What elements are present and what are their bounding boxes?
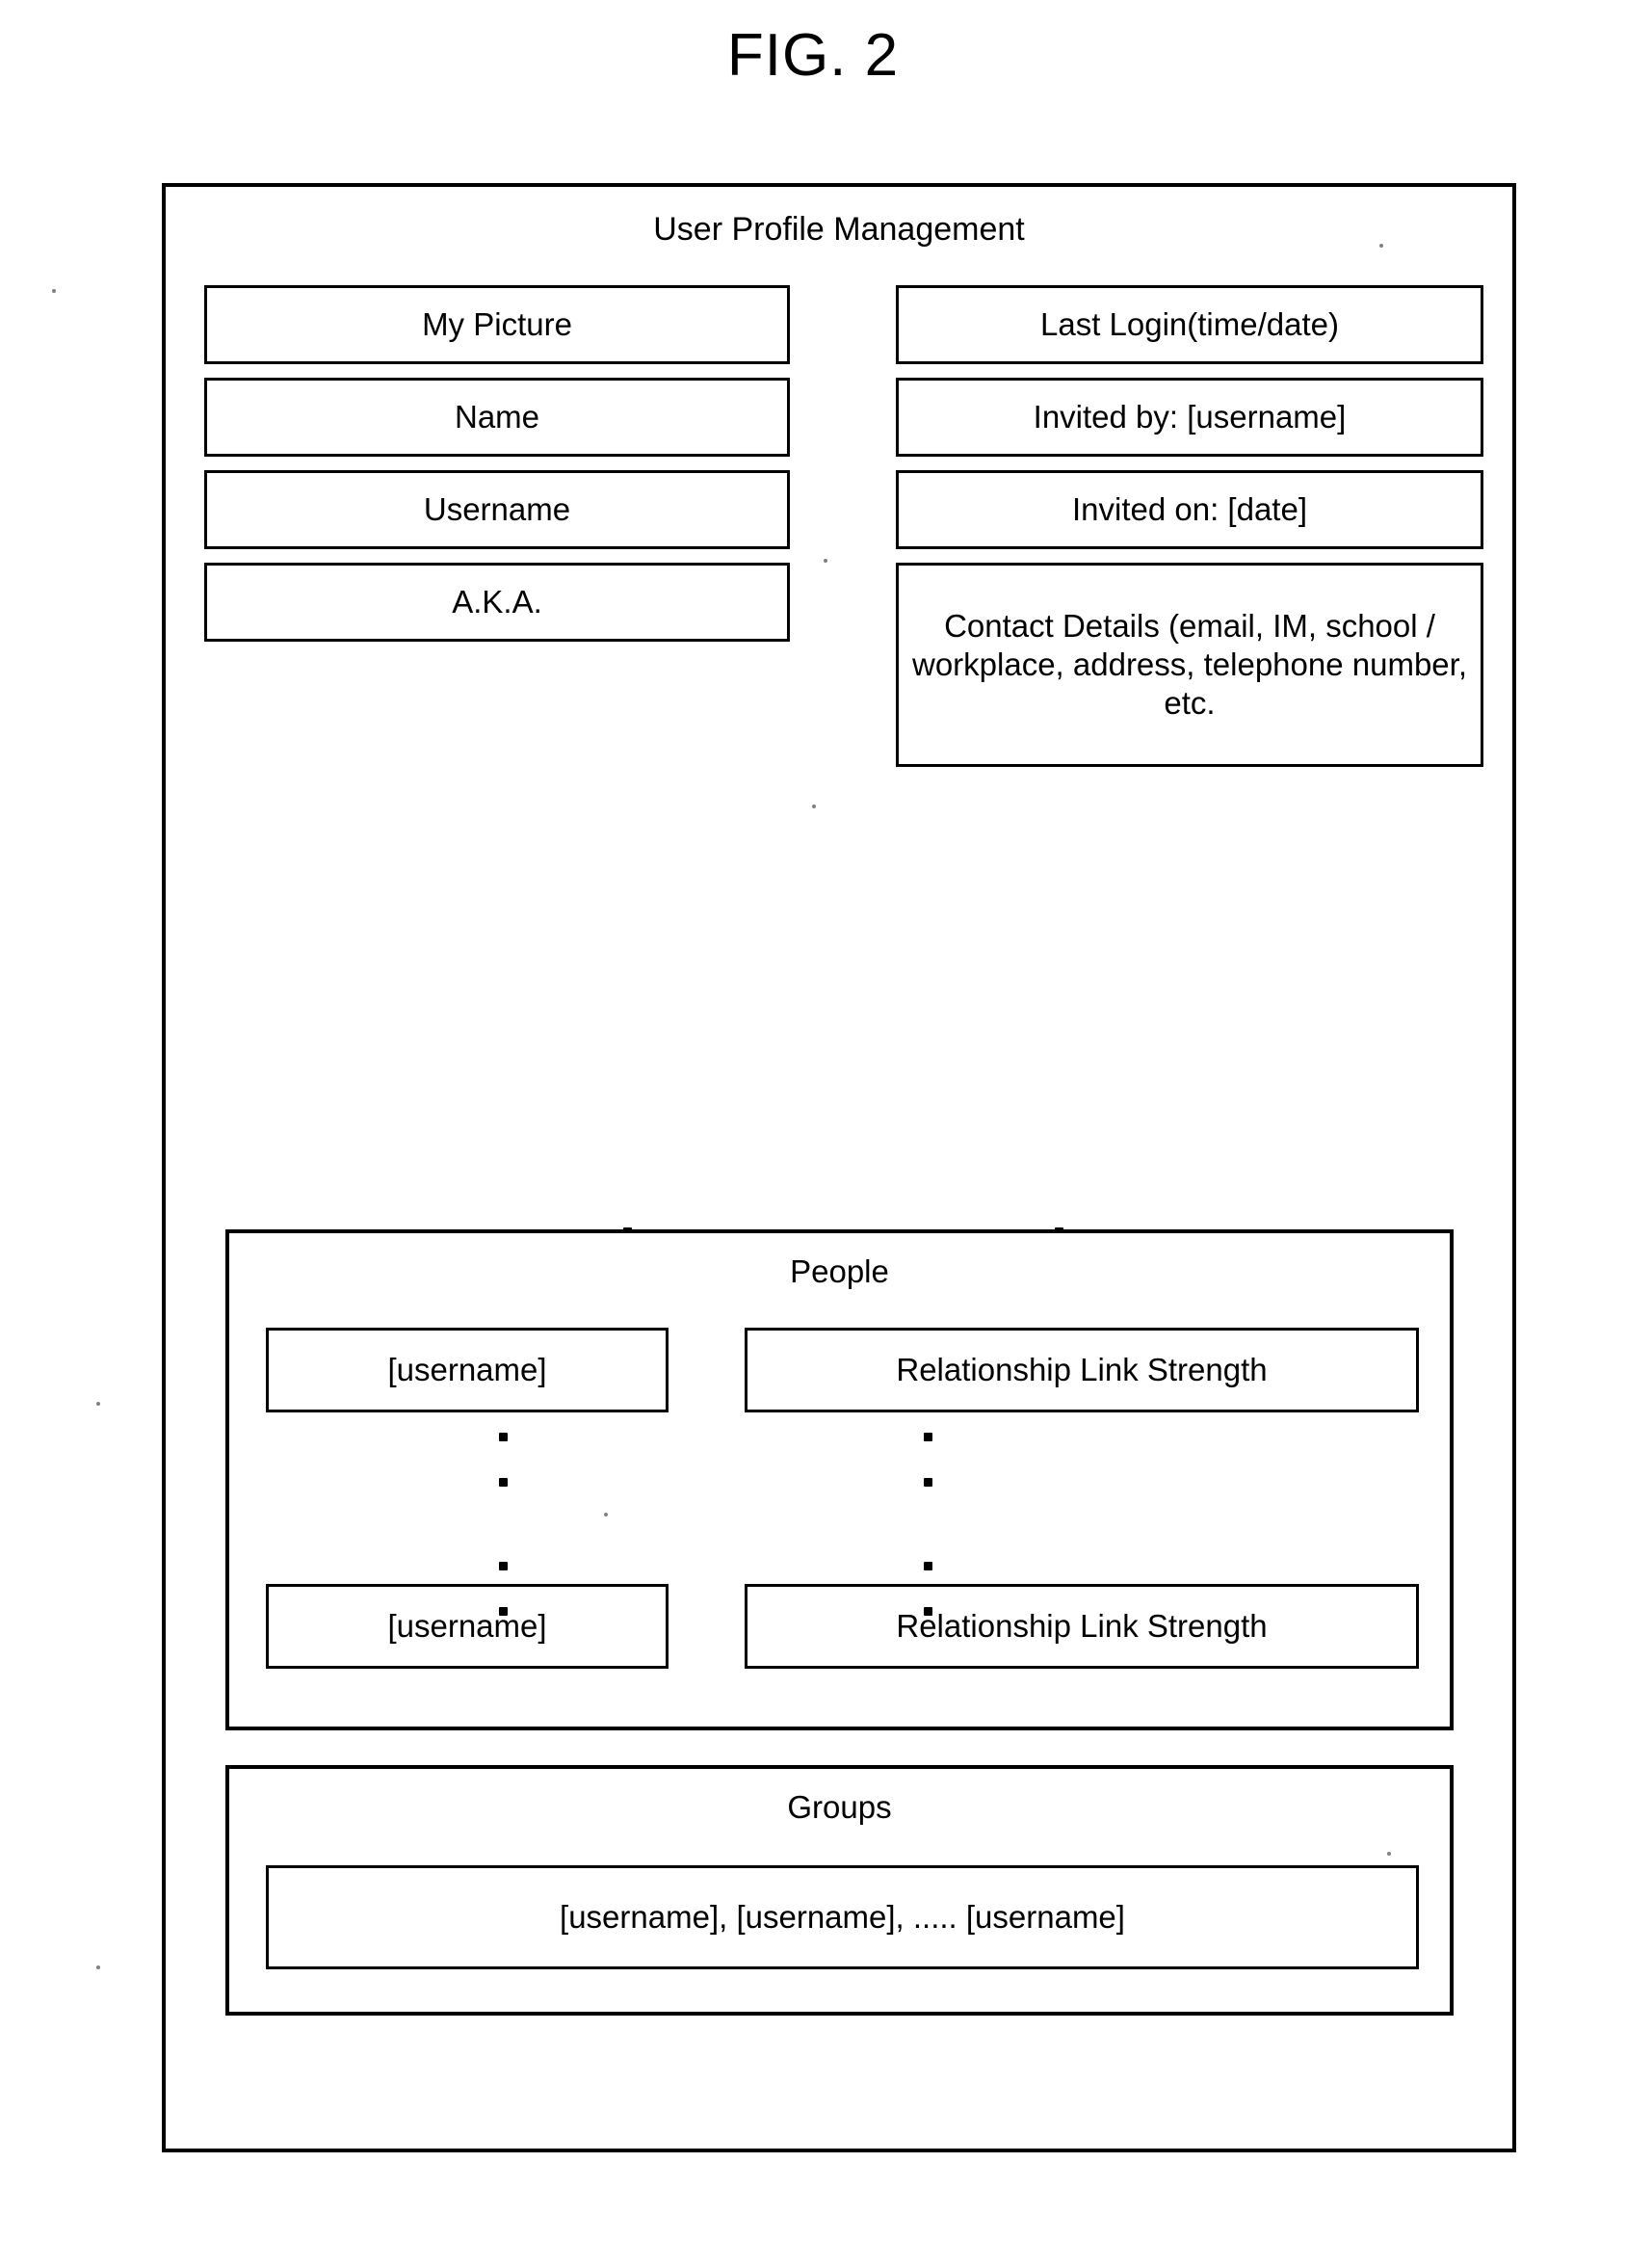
scan-speck xyxy=(96,1402,100,1406)
field-last-login[interactable]: Last Login(time/date) xyxy=(896,285,1483,364)
field-aka[interactable]: A.K.A. xyxy=(204,563,790,642)
field-contact-details[interactable]: Contact Details (email, IM, school / wor… xyxy=(896,563,1483,767)
groups-panel-title: Groups xyxy=(787,1789,892,1825)
people-row: [username] Relationship Link Strength xyxy=(266,1584,1419,1669)
scan-speck xyxy=(604,1513,608,1516)
ellipsis-dot xyxy=(924,1562,932,1570)
profile-fields-grid: My Picture Name Username A.K.A. Last Log… xyxy=(204,285,1483,767)
scan-speck xyxy=(1387,1852,1391,1856)
profile-fields-left-column: My Picture Name Username A.K.A. xyxy=(204,285,790,767)
field-invited-by[interactable]: Invited by: [username] xyxy=(896,378,1483,457)
groups-panel: Groups [username], [username], ..... [us… xyxy=(225,1765,1454,2016)
people-panel: People [username] Relationship Link Stre… xyxy=(225,1229,1454,1730)
ellipsis-dot xyxy=(924,1478,932,1487)
user-profile-management-frame: User Profile Management My Picture Name … xyxy=(162,183,1516,2152)
field-invited-on[interactable]: Invited on: [date] xyxy=(896,470,1483,549)
people-username-box[interactable]: [username] xyxy=(266,1584,669,1669)
ellipsis-dot xyxy=(499,1478,508,1487)
people-row: [username] Relationship Link Strength xyxy=(266,1328,1419,1412)
groups-members-box[interactable]: [username], [username], ..... [username] xyxy=(266,1865,1419,1969)
ellipsis-dot xyxy=(924,1433,932,1441)
scan-speck xyxy=(812,804,816,808)
ellipsis-dot xyxy=(499,1562,508,1570)
people-relationship-box[interactable]: Relationship Link Strength xyxy=(745,1584,1419,1669)
field-my-picture[interactable]: My Picture xyxy=(204,285,790,364)
people-username-box[interactable]: [username] xyxy=(266,1328,669,1412)
people-relationship-box[interactable]: Relationship Link Strength xyxy=(745,1328,1419,1412)
profile-fields-right-column: Last Login(time/date) Invited by: [usern… xyxy=(896,285,1483,767)
people-panel-title: People xyxy=(790,1253,889,1289)
scan-speck xyxy=(52,289,56,293)
scan-speck xyxy=(1379,244,1383,248)
figure-label: FIG. 2 xyxy=(726,22,900,89)
scan-speck xyxy=(96,1965,100,1969)
panel-title: User Profile Management xyxy=(653,211,1025,248)
field-username[interactable]: Username xyxy=(204,470,790,549)
field-name[interactable]: Name xyxy=(204,378,790,457)
scan-speck xyxy=(824,559,827,563)
ellipsis-dot xyxy=(499,1433,508,1441)
